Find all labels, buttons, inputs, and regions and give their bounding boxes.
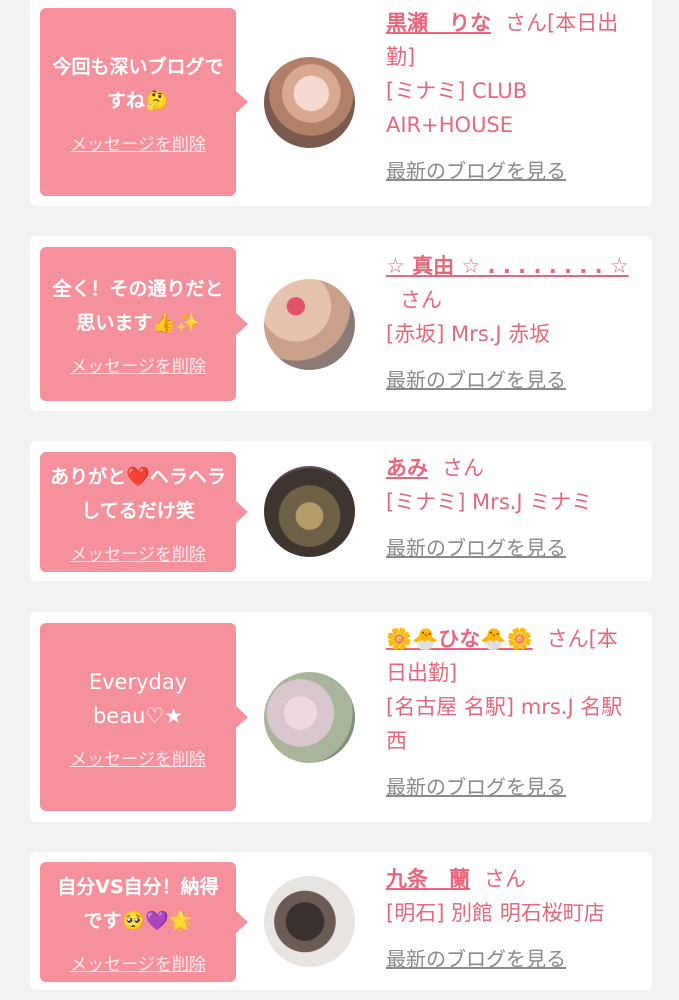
honorific: さん (484, 867, 526, 891)
girl-name-link[interactable]: 黒瀬 りな (386, 11, 491, 35)
honorific: さん (442, 456, 484, 480)
latest-blog-link[interactable]: 最新のブログを見る (386, 942, 638, 976)
message-card: 今回も深いブログですね🤔 メッセージを削除 黒瀬 りな さん[本日出勤] [ミナミ… (30, 0, 652, 206)
latest-blog-link[interactable]: 最新のブログを見る (386, 363, 638, 397)
message-bubble: 今回も深いブログですね🤔 メッセージを削除 (40, 8, 248, 196)
message-bubble: 全く！その通りだと思います👍✨ メッセージを削除 (40, 247, 248, 401)
shop-label: [ミナミ] CLUB AIR+HOUSE (386, 79, 528, 137)
delete-message-link[interactable]: メッセージを削除 (70, 130, 206, 155)
delete-message-link[interactable]: メッセージを削除 (70, 352, 206, 377)
message-text: ありがと❤️ヘラヘラしてるだけ笑 (50, 465, 226, 522)
profile-info: ☆ 真由 ☆ . . . . . . . . ☆ さん [赤坂] Mrs.J 赤坂… (386, 249, 638, 397)
message-text: 全く！その通りだと思います👍✨ (52, 277, 224, 334)
message-text: 自分VS自分！納得です🥺💜🌟 (57, 875, 219, 932)
message-bubble: 自分VS自分！納得です🥺💜🌟 メッセージを削除 (40, 862, 248, 982)
message-text: 今回も深いブログですね🤔 (52, 55, 224, 112)
message-card: 全く！その通りだと思います👍✨ メッセージを削除 ☆ 真由 ☆ . . . . … (30, 236, 652, 411)
shop-label: [赤坂] Mrs.J 赤坂 (386, 322, 551, 346)
girl-name-link[interactable]: 🌼🐣ひな🐣🌼 (386, 627, 533, 651)
girl-name-link[interactable]: ☆ 真由 ☆ . . . . . . . . ☆ (386, 254, 629, 278)
profile-info: 九条 蘭さん [明石] 別館 明石桜町店 最新のブログを見る (386, 862, 638, 976)
girl-name-link[interactable]: あみ (386, 456, 428, 480)
message-bubble: ありがと❤️ヘラヘラしてるだけ笑 メッセージを削除 (40, 452, 248, 572)
avatar[interactable] (264, 57, 355, 148)
honorific: さん (400, 288, 442, 312)
shop-label: [明石] 別館 明石桜町店 (386, 901, 605, 925)
latest-blog-link[interactable]: 最新のブログを見る (386, 531, 638, 565)
message-text: Everyday beau♡★ (88, 669, 188, 728)
delete-message-link[interactable]: メッセージを削除 (70, 745, 206, 770)
honorific: さん (505, 11, 547, 35)
profile-info: 黒瀬 りな さん[本日出勤] [ミナミ] CLUB AIR+HOUSE 最新のブロ… (386, 6, 638, 188)
profile-info: あみ さん [ミナミ] Mrs.J ミナミ 最新のブログを見る (386, 451, 638, 565)
latest-blog-link[interactable]: 最新のブログを見る (386, 770, 638, 804)
message-list: 今回も深いブログですね🤔 メッセージを削除 黒瀬 りな さん[本日出勤] [ミナミ… (0, 0, 679, 1000)
avatar[interactable] (264, 876, 355, 967)
shop-label: [名古屋 名駅] mrs.J 名駅西 (386, 695, 623, 753)
message-bubble: Everyday beau♡★ メッセージを削除 (40, 623, 248, 811)
avatar[interactable] (264, 466, 355, 557)
delete-message-link[interactable]: メッセージを削除 (70, 950, 206, 975)
girl-name-link[interactable]: 九条 蘭 (386, 867, 470, 891)
avatar[interactable] (264, 672, 355, 763)
message-card: ありがと❤️ヘラヘラしてるだけ笑 メッセージを削除 あみ さん [ミナミ] Mrs… (30, 441, 652, 581)
honorific: さん (546, 627, 589, 651)
delete-message-link[interactable]: メッセージを削除 (70, 540, 206, 565)
avatar[interactable] (264, 279, 355, 370)
latest-blog-link[interactable]: 最新のブログを見る (386, 154, 638, 188)
profile-info: 🌼🐣ひな🐣🌼 さん[本日出勤] [名古屋 名駅] mrs.J 名駅西 最新のブログ… (386, 622, 638, 804)
message-card: 自分VS自分！納得です🥺💜🌟 メッセージを削除 九条 蘭さん [明石] 別館 明… (30, 852, 652, 990)
shop-label: [ミナミ] Mrs.J ミナミ (386, 490, 593, 514)
message-card: Everyday beau♡★ メッセージを削除 🌼🐣ひな🐣🌼 さん[本日出勤] … (30, 612, 652, 822)
